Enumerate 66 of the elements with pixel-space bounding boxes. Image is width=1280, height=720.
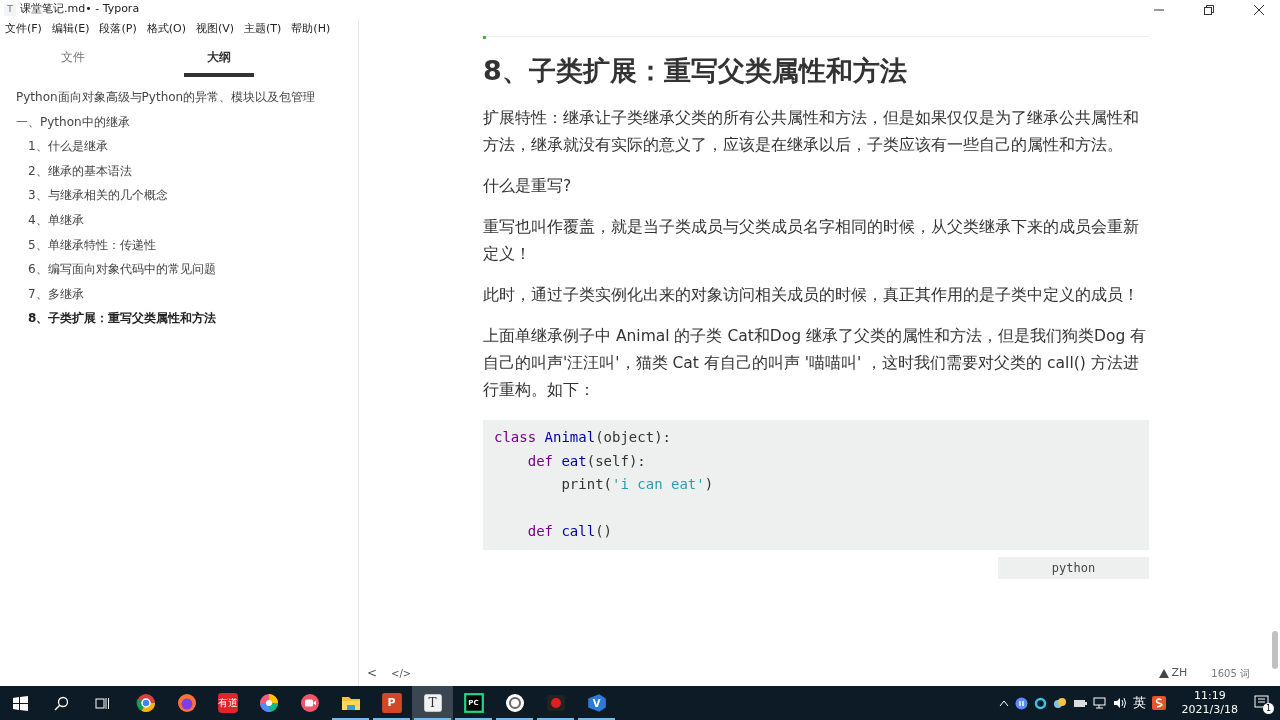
menu-item[interactable]: 编辑(E) bbox=[51, 20, 90, 38]
chevron-up-icon[interactable] bbox=[998, 699, 1009, 707]
app-icon[interactable]: T bbox=[421, 692, 444, 714]
sogou-icon[interactable] bbox=[1151, 696, 1166, 710]
paragraph: 上面单继承例子中 Animal 的子类 Cat和Dog 继承了父类的属性和方法，但是我们狗类Dog 有自己的叫声'汪汪叫'，猫类 Cat 有自己的叫声 '喵喵叫' ，这时我们需要对父类的 call() 方法进行重构。如下： bbox=[483, 326, 1148, 401]
input-method-indicator[interactable]: 英 bbox=[1132, 693, 1146, 713]
pause-icon[interactable] bbox=[1014, 696, 1028, 710]
record-icon[interactable] bbox=[545, 693, 566, 713]
sidebar-toggle[interactable]: < bbox=[367, 664, 378, 682]
source-mode-toggle[interactable]: </> bbox=[391, 665, 412, 681]
app-icon[interactable]: 有道 bbox=[216, 692, 239, 714]
outline-item[interactable]: 6、编写面向对象代码中的常见问题 bbox=[28, 257, 216, 282]
outline-item[interactable]: 7、多继承 bbox=[28, 281, 84, 307]
taskbar-button[interactable]: T bbox=[412, 686, 453, 720]
speaker-icon[interactable] bbox=[1112, 697, 1127, 709]
outline-item[interactable]: Python面向对象高级与Python的异常、模块以及包管理 bbox=[16, 85, 316, 110]
windows-icon[interactable] bbox=[13, 695, 28, 711]
outline-item[interactable]: 4、单继承 bbox=[28, 207, 84, 233]
menu-item[interactable]: 视图(V) bbox=[195, 20, 235, 38]
circle-icon[interactable] bbox=[504, 693, 525, 713]
taskbar-button[interactable]: V bbox=[576, 686, 617, 720]
paragraph: 重写也叫作覆盖，就是当子类成员与父类成员名字相同的时候，从父类继承下来的成员会重新定义！ bbox=[483, 217, 1140, 265]
menu-item[interactable]: 格式(O) bbox=[146, 20, 186, 38]
app-icon[interactable]: P bbox=[380, 692, 403, 714]
notification-count: 1 bbox=[1263, 703, 1274, 714]
outline-item[interactable]: 3、与继承相关的几个概念 bbox=[28, 183, 168, 208]
close-icon[interactable] bbox=[1254, 4, 1264, 15]
clock-time[interactable]: 11:19 bbox=[1193, 689, 1226, 703]
outline-item[interactable]: 8、子类扩展：重写父类属性和方法 bbox=[28, 306, 217, 331]
window-title: 课堂笔记.md• - Typora bbox=[20, 1, 140, 18]
taskbar-button[interactable]: P bbox=[371, 686, 412, 720]
paragraph: 什么是重写? bbox=[483, 176, 573, 197]
clock-date[interactable]: 2021/3/18 bbox=[1181, 703, 1238, 717]
taskbar-button[interactable]: 有道 bbox=[207, 686, 248, 720]
outline-item[interactable]: 一、Python中的继承 bbox=[16, 109, 130, 135]
heading: 8、子类扩展：重写父类属性和方法 bbox=[483, 54, 908, 88]
notification-button[interactable]: 1 bbox=[1254, 695, 1272, 711]
menu-item[interactable]: 文件(F) bbox=[5, 20, 42, 38]
menu-item[interactable]: 帮助(H) bbox=[291, 20, 331, 38]
outline-item[interactable]: 5、单继承特性：传递性 bbox=[28, 232, 156, 258]
language-indicator[interactable]: ZH bbox=[1171, 664, 1188, 682]
menu-item[interactable]: 段落(P) bbox=[99, 20, 137, 38]
chrome-icon[interactable] bbox=[135, 693, 156, 713]
task-view-icon[interactable] bbox=[95, 695, 110, 711]
pinwheel-icon[interactable] bbox=[258, 693, 279, 713]
language-label[interactable]: python bbox=[998, 556, 1149, 579]
code-block: class Animal(object): def eat(self): print('i can eat') def call() bbox=[483, 420, 1149, 550]
word-count[interactable]: 1605 词 bbox=[1211, 665, 1250, 681]
ring-icon[interactable] bbox=[1033, 696, 1047, 710]
maximize-icon[interactable] bbox=[1204, 4, 1214, 15]
app-icon[interactable]: V bbox=[585, 692, 608, 714]
warning-icon[interactable] bbox=[1158, 668, 1169, 678]
network-icon[interactable] bbox=[1092, 697, 1107, 709]
paragraph: 此时，通过子类实例化出来的对象访问相关成员的时候，真正其作用的是子类中定义的成员！ bbox=[483, 285, 1140, 306]
menu-item[interactable]: 主题(T) bbox=[244, 20, 282, 38]
outline-item[interactable]: 1、什么是继承 bbox=[28, 134, 108, 159]
sidebar-tab[interactable]: 文件 bbox=[38, 45, 108, 77]
camera-icon[interactable] bbox=[299, 693, 320, 713]
sidebar-tab[interactable]: 大纲 bbox=[184, 45, 254, 77]
battery-icon[interactable] bbox=[1072, 698, 1087, 708]
outline-item[interactable]: 2、继承的基本语法 bbox=[28, 158, 132, 184]
search-icon[interactable] bbox=[54, 695, 69, 711]
cloud-icon[interactable] bbox=[1052, 697, 1067, 709]
scrollbar[interactable] bbox=[1272, 631, 1278, 669]
app-icon: T bbox=[4, 3, 16, 16]
paragraph: 扩展特性：继承让子类继承父类的所有公共属性和方法，但是如果仅仅是为了继承公共属性和方法，继承就没有实际的意义了，应该是在继承以后，子类应该有一些自己的属性和方法。 bbox=[483, 108, 1140, 156]
